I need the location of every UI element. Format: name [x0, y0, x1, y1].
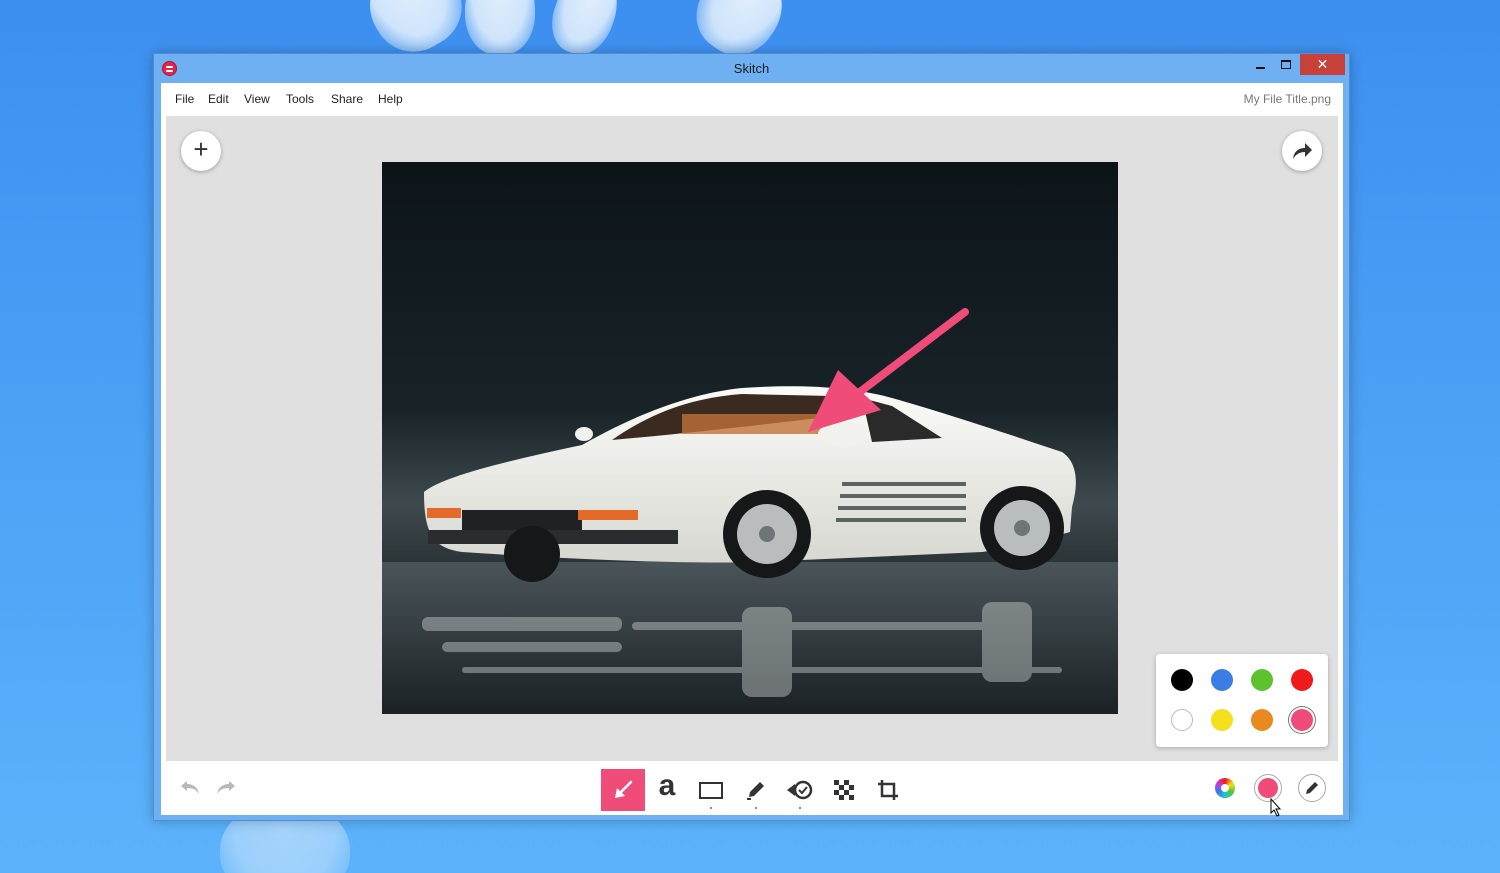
menu-edit[interactable]: Edit — [208, 92, 229, 106]
color-wheel-icon — [1215, 778, 1235, 798]
color-swatch-yellow[interactable] — [1211, 709, 1233, 731]
minimize-button[interactable] — [1247, 54, 1273, 75]
color-swatch-pink[interactable] — [1291, 709, 1313, 731]
arrow-tool-icon — [615, 780, 633, 798]
text-tool-icon: a — [658, 769, 676, 802]
mouse-cursor-icon — [1270, 798, 1282, 817]
app-client-area: File Edit View Tools Share Help My File … — [161, 83, 1343, 815]
title-bar[interactable]: Skitch ✕ — [154, 54, 1349, 83]
stamp-tool-options-dot — [799, 807, 801, 809]
add-image-button[interactable]: + — [181, 131, 221, 171]
maximize-button[interactable] — [1273, 54, 1299, 75]
close-icon: ✕ — [1316, 56, 1329, 72]
menu-share[interactable]: Share — [331, 92, 363, 106]
text-tool[interactable]: a — [645, 769, 689, 811]
color-swatch-red[interactable] — [1291, 669, 1313, 691]
minimize-icon — [1255, 66, 1265, 69]
stroke-width-button[interactable] — [1298, 774, 1326, 802]
arrow-tool[interactable] — [601, 769, 645, 811]
rectangle-icon — [699, 781, 723, 799]
stamp-tool[interactable] — [778, 769, 822, 811]
rectangle-tool-options-dot — [710, 807, 712, 809]
menu-tools[interactable]: Tools — [286, 92, 314, 106]
wallpaper-petal — [465, 0, 535, 55]
pencil-icon — [1306, 782, 1318, 794]
car-photo — [382, 308, 1118, 714]
color-wheel-button[interactable] — [1211, 774, 1239, 802]
current-color-swatch — [1258, 778, 1278, 798]
pen-icon — [747, 782, 764, 800]
file-title[interactable]: My File Title.png — [1244, 92, 1331, 106]
color-palette — [1156, 654, 1328, 747]
bottom-toolbar: a — [161, 761, 1343, 815]
window-title: Skitch — [733, 61, 770, 76]
redo-button[interactable] — [215, 779, 237, 802]
menu-file[interactable]: File — [175, 92, 194, 106]
undo-icon — [181, 781, 199, 794]
share-arrow-icon — [1293, 143, 1312, 159]
close-button[interactable]: ✕ — [1300, 54, 1345, 75]
pen-tool-options-dot — [755, 807, 757, 809]
share-button[interactable] — [1282, 131, 1322, 171]
color-swatch-black[interactable] — [1171, 669, 1193, 691]
menu-help[interactable]: Help — [378, 92, 403, 106]
menu-view[interactable]: View — [244, 92, 270, 106]
crop-tool[interactable] — [866, 769, 910, 811]
menu-bar: File Edit View Tools Share Help My File … — [161, 83, 1343, 116]
plus-icon: + — [193, 134, 209, 164]
skitch-window: Skitch ✕ File Edit View Tools Share Help… — [153, 53, 1350, 821]
undo-button[interactable] — [179, 779, 201, 802]
maximize-icon — [1281, 60, 1291, 69]
canvas-area[interactable]: + — [166, 116, 1338, 761]
color-swatch-white[interactable] — [1171, 709, 1193, 731]
color-swatch-orange[interactable] — [1251, 709, 1273, 731]
color-swatch-blue[interactable] — [1211, 669, 1233, 691]
pen-tool[interactable] — [734, 769, 778, 811]
annotated-image[interactable] — [382, 162, 1118, 714]
redo-icon — [217, 781, 235, 794]
crop-icon — [878, 780, 898, 800]
rectangle-tool[interactable] — [689, 769, 733, 811]
pixelate-tool[interactable] — [822, 769, 866, 811]
color-swatch-green[interactable] — [1251, 669, 1273, 691]
stamp-icon — [787, 780, 813, 800]
pixelate-icon — [834, 780, 854, 800]
